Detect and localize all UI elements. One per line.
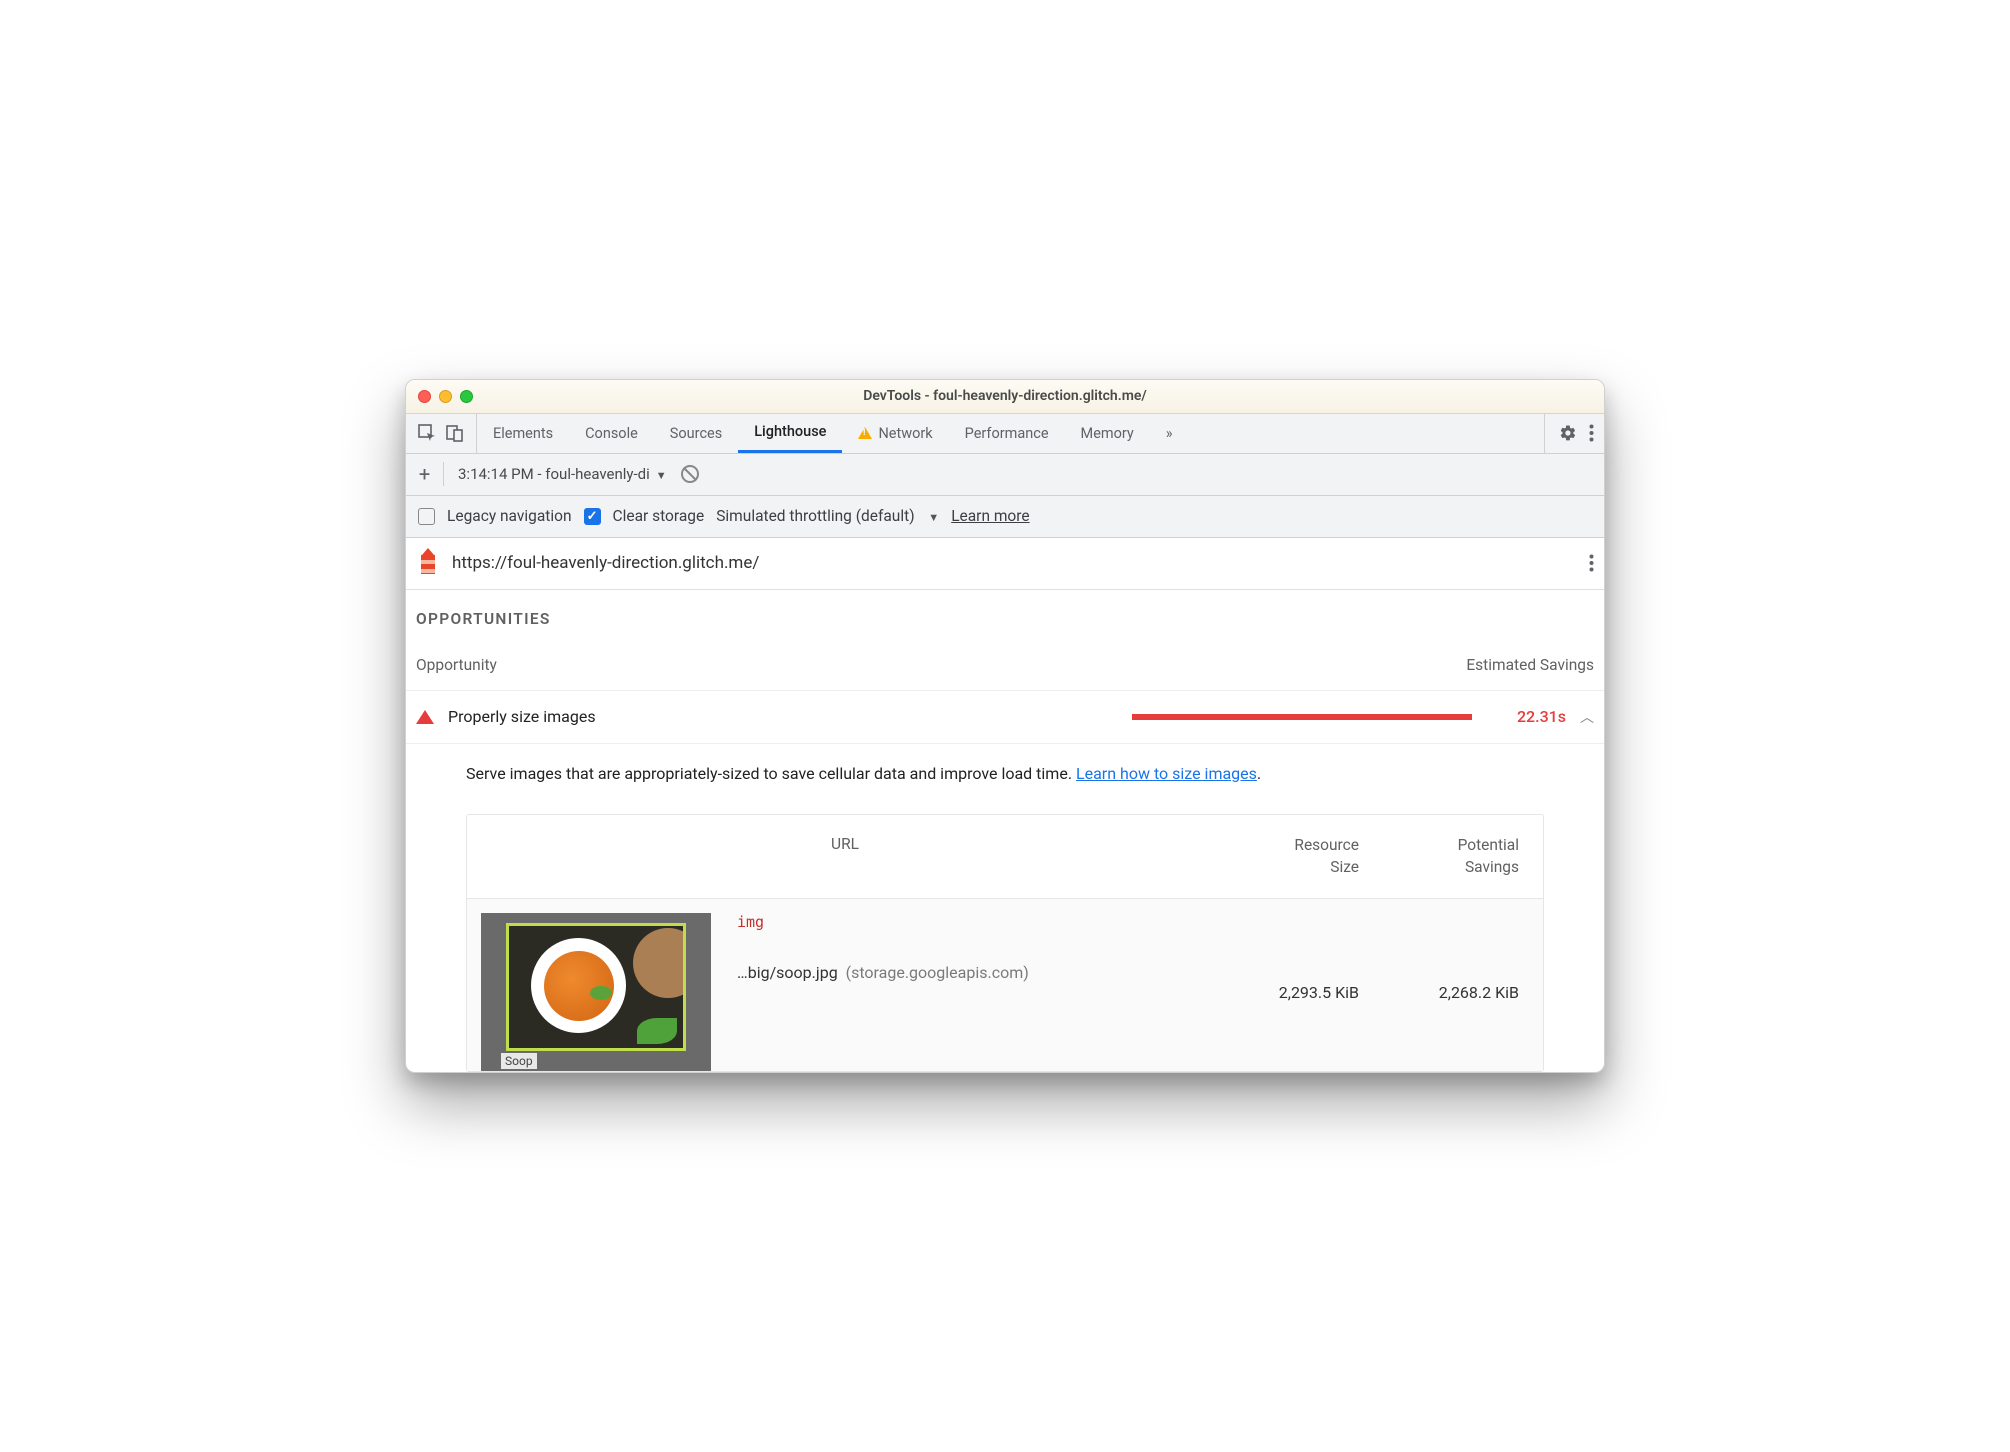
resource-path[interactable]: …big/soop.jpg [737,963,838,982]
tab-network[interactable]: Network [842,414,948,453]
new-report-button[interactable]: + [418,462,444,486]
throttling-dropdown[interactable]: Simulated throttling (default) ▼ [716,507,939,525]
th-url: URL [491,835,1199,878]
opportunities-columns: Opportunity Estimated Savings [406,638,1604,691]
potential-savings: 2,268.2 KiB [1359,983,1519,1002]
col-opportunity: Opportunity [416,656,1466,674]
chevron-down-icon: ▼ [928,511,939,524]
clear-storage-checkbox[interactable] [584,508,601,525]
tab-performance[interactable]: Performance [949,414,1065,453]
tab-elements[interactable]: Elements [477,414,569,453]
settings-gear-icon[interactable] [1559,424,1577,442]
traffic-lights [418,390,473,403]
table-row: Soop img …big/soop.jpg (storage.googleap… [467,899,1543,1071]
audit-details-table: URL ResourceSize PotentialSavings Soop i… [466,814,1544,1072]
minimize-window-button[interactable] [439,390,452,403]
legacy-nav-label: Legacy navigation [447,507,572,525]
tab-memory[interactable]: Memory [1065,414,1150,453]
fail-triangle-icon [416,710,434,724]
savings-bar [1132,714,1472,720]
device-toggle-icon[interactable] [446,424,464,442]
panel-tabs: Elements Console Sources Lighthouse Netw… [406,414,1604,454]
lighthouse-icon [416,548,440,578]
audit-description: Serve images that are appropriately-size… [406,744,1604,804]
clear-report-icon[interactable] [681,465,699,483]
element-tag: img [737,913,764,931]
url-cell: img …big/soop.jpg (storage.googleapis.co… [721,913,1199,1071]
audit-savings-value: 22.31s [1486,707,1566,726]
tab-sources[interactable]: Sources [654,414,738,453]
report-dropdown[interactable]: 3:14:14 PM - foul-heavenly-di▼ [458,465,667,483]
resource-host: (storage.googleapis.com) [846,963,1029,982]
legacy-nav-checkbox[interactable] [418,508,435,525]
resource-size: 2,293.5 KiB [1199,983,1359,1002]
clear-storage-label: Clear storage [613,507,705,525]
col-savings: Estimated Savings [1466,656,1594,674]
lighthouse-toolbar: + 3:14:14 PM - foul-heavenly-di▼ [406,454,1604,496]
window-title: DevTools - foul-heavenly-direction.glitc… [406,388,1604,404]
report-url-bar: https://foul-heavenly-direction.glitch.m… [406,538,1604,590]
th-resource-size: ResourceSize [1199,835,1359,878]
close-window-button[interactable] [418,390,431,403]
tab-lighthouse[interactable]: Lighthouse [738,414,842,453]
learn-more-link[interactable]: Learn more [951,507,1029,525]
th-potential-savings: PotentialSavings [1359,835,1519,878]
audit-properly-size-images[interactable]: Properly size images 22.31s ︿ [406,691,1604,744]
zoom-window-button[interactable] [460,390,473,403]
report-menu-icon[interactable] [1589,554,1594,572]
inspect-element-icon[interactable] [418,424,436,442]
devtools-window: DevTools - foul-heavenly-direction.glitc… [405,379,1605,1073]
audit-title: Properly size images [448,707,596,726]
chevron-down-icon: ▼ [656,469,667,482]
opportunities-heading: OPPORTUNITIES [406,590,1604,638]
more-menu-icon[interactable] [1589,424,1594,442]
thumbnail-caption: Soop [501,1053,537,1069]
warning-icon [858,427,872,439]
learn-size-images-link[interactable]: Learn how to size images [1076,764,1257,783]
report-url: https://foul-heavenly-direction.glitch.m… [452,553,759,573]
table-header: URL ResourceSize PotentialSavings [467,815,1543,899]
titlebar: DevTools - foul-heavenly-direction.glitc… [406,380,1604,414]
thumbnail[interactable]: Soop [481,913,721,1071]
lighthouse-options: Legacy navigation Clear storage Simulate… [406,496,1604,538]
chevron-up-icon[interactable]: ︿ [1580,707,1594,727]
tabs-overflow-button[interactable]: » [1150,414,1189,453]
tab-console[interactable]: Console [569,414,654,453]
